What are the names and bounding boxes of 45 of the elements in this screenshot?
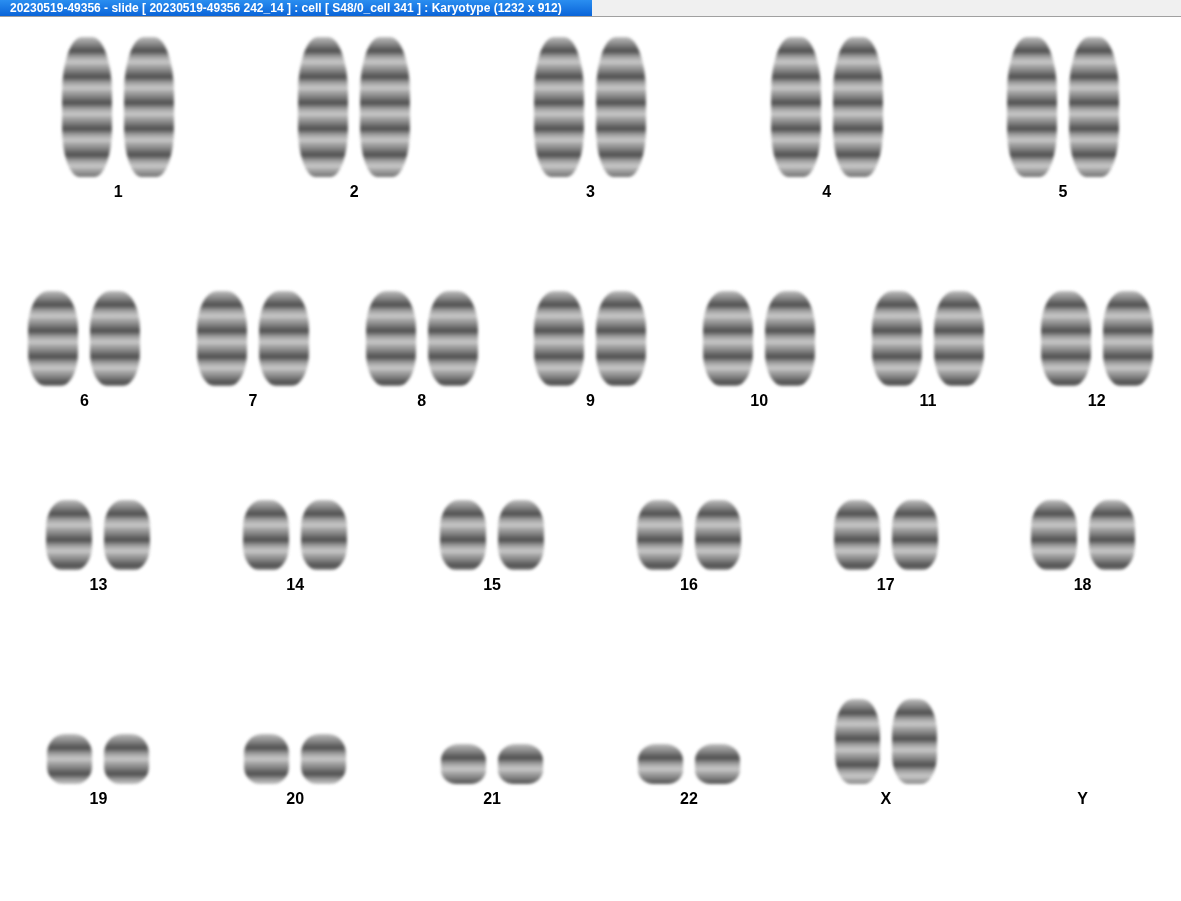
chromosome-photo bbox=[498, 500, 545, 570]
chromosome-photo bbox=[301, 500, 348, 570]
chromosome-label: 10 bbox=[750, 392, 769, 410]
chromosome-label: 12 bbox=[1087, 392, 1106, 410]
chromosome-photo bbox=[636, 500, 683, 570]
chromosome-label: 21 bbox=[483, 790, 501, 808]
chromosome-photo bbox=[637, 744, 683, 784]
chromosome-photo bbox=[46, 500, 93, 570]
chromosome-label: 20 bbox=[286, 790, 305, 808]
chromosome-label: 17 bbox=[876, 576, 895, 594]
chromosome-photo bbox=[104, 500, 151, 570]
chromosome-photo bbox=[104, 734, 150, 784]
chromosome-photo bbox=[47, 734, 93, 784]
chromosome-label: 18 bbox=[1073, 576, 1092, 594]
chromosome-label: 15 bbox=[483, 576, 501, 594]
chromosome-label: 4 bbox=[822, 183, 832, 201]
chromosome-photo bbox=[440, 500, 487, 570]
chromosome-label: 22 bbox=[680, 790, 698, 808]
chromosome-photo bbox=[1030, 500, 1077, 570]
chromosome-photo bbox=[498, 744, 544, 784]
chromosome-photo bbox=[243, 500, 290, 570]
chromosome-label: 2 bbox=[349, 183, 359, 201]
chromosome-label: X bbox=[880, 790, 892, 808]
window-title: 20230519-49356 - slide [ 20230519-49356 242_14 ] : cell [ S48/0_cell 341 ] : Karyotype (1232 x 912) bbox=[0, 0, 592, 16]
chromosome-label: 8 bbox=[417, 392, 427, 410]
chromosome-photo bbox=[301, 734, 347, 784]
chromosome-label: 6 bbox=[79, 392, 89, 410]
chromosome-label: 14 bbox=[286, 576, 305, 594]
chromosome-label: 1 bbox=[113, 183, 123, 201]
chromosome-label: 5 bbox=[1058, 183, 1068, 201]
chromosome-photo bbox=[891, 500, 938, 570]
chromosome-photo bbox=[1088, 500, 1135, 570]
chromosome-photo bbox=[694, 500, 741, 570]
chromosome-label: 9 bbox=[586, 392, 595, 410]
chromosome-photo bbox=[244, 734, 290, 784]
chromosome-label: 13 bbox=[89, 576, 108, 594]
chromosome-photo bbox=[694, 744, 740, 784]
chromosome-label: 11 bbox=[919, 392, 937, 410]
chromosome-label: Y bbox=[1077, 790, 1088, 808]
chromosome-photo bbox=[441, 744, 487, 784]
chromosome-label: 16 bbox=[680, 576, 698, 594]
chromosome-label: 7 bbox=[248, 392, 258, 410]
chromosome-label: 3 bbox=[586, 183, 595, 201]
chromosome-photo bbox=[833, 500, 880, 570]
chromosome-label: 19 bbox=[89, 790, 108, 808]
